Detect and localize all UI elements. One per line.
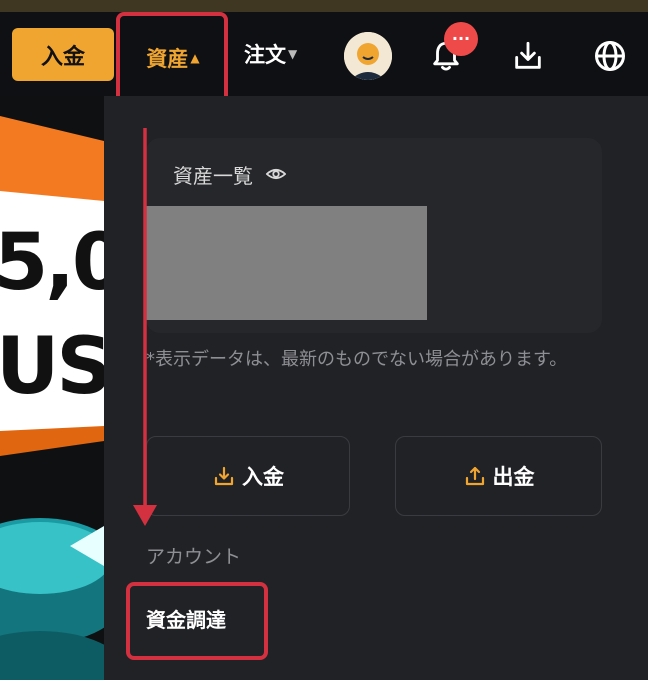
highlight-box-assets	[116, 12, 228, 104]
asset-summary-title: 資産一覧	[173, 163, 253, 188]
redacted-balance	[146, 206, 427, 320]
download-icon	[515, 41, 541, 69]
disclaimer-text: *表示データは、最新のものでない場合があります。	[146, 349, 568, 370]
deposit-button[interactable]: 入金	[12, 28, 114, 81]
eye-toggle[interactable]	[265, 163, 287, 185]
dropdown-deposit-button[interactable]: 入金	[146, 436, 350, 516]
banner-unit: US	[0, 322, 104, 412]
download-icon	[214, 466, 234, 486]
promo-banner[interactable]: 5,0 US	[0, 96, 104, 680]
avatar[interactable]	[344, 32, 392, 80]
asset-summary-title-row: 資産一覧	[173, 158, 287, 190]
dropdown-withdraw-button[interactable]: 出金	[395, 436, 602, 516]
dropdown-withdraw-label: 出金	[492, 465, 535, 489]
banner-amount: 5,0	[0, 218, 104, 308]
notification-badge: ···	[444, 22, 478, 56]
dropdown-deposit-label: 入金	[242, 465, 284, 489]
account-section-label: アカウント	[146, 546, 242, 568]
download-app-button[interactable]	[508, 36, 548, 76]
highlight-box-funding	[126, 582, 268, 660]
language-button[interactable]	[590, 36, 630, 76]
avatar-icon	[344, 32, 392, 80]
nav-orders-label: 注文	[244, 43, 286, 67]
top-strip	[0, 0, 648, 12]
eye-icon	[265, 168, 287, 180]
globe-icon	[595, 41, 625, 71]
nav-orders-menu[interactable]: 注文 ▼	[244, 36, 297, 72]
upload-icon	[465, 466, 484, 486]
caret-down-icon: ▼	[288, 47, 298, 61]
